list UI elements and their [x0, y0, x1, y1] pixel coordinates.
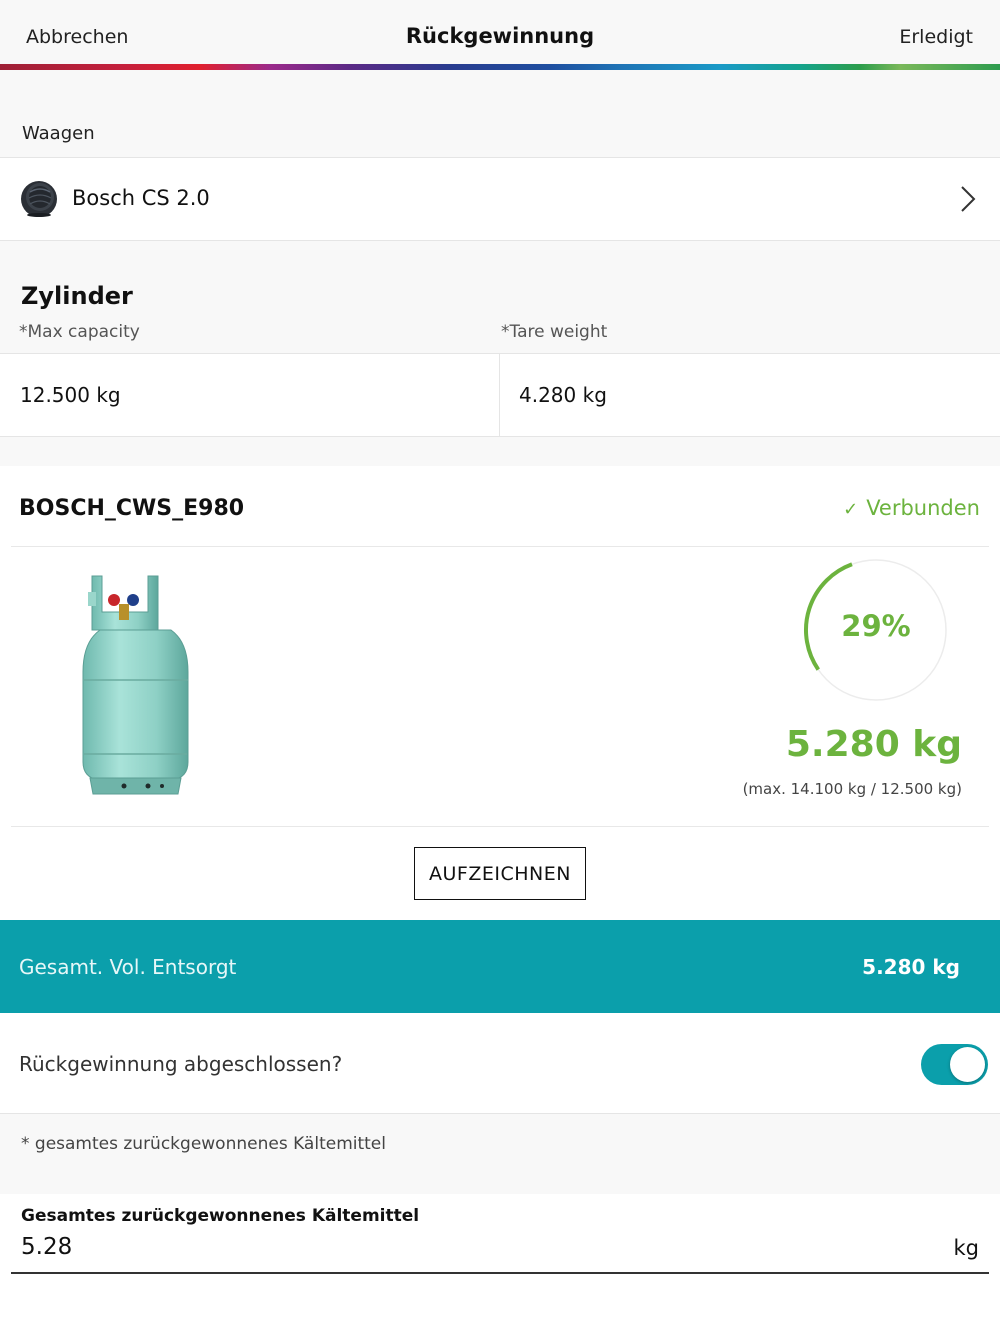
input-underline: [11, 1272, 989, 1274]
done-button[interactable]: Erledigt: [899, 26, 973, 48]
device-name: BOSCH_CWS_E980: [19, 496, 245, 521]
total-disposed-bar: Gesamt. Vol. Entsorgt 5.280 kg: [0, 920, 1000, 1013]
navigation-bar: Abbrechen Rückgewinnung Erledigt: [0, 0, 1000, 70]
max-capacity-field[interactable]: 12.500 kg: [20, 354, 490, 436]
completion-toggle[interactable]: [921, 1044, 988, 1085]
total-disposed-label: Gesamt. Vol. Entsorgt: [19, 955, 237, 979]
divider: [11, 826, 989, 827]
divider: [499, 354, 500, 436]
scale-device-icon: [21, 181, 57, 217]
scales-section-label: Waagen: [22, 123, 95, 144]
refrigerant-amount-input[interactable]: [21, 1234, 901, 1260]
total-disposed-value: 5.280 kg: [862, 955, 960, 979]
tare-weight-label: *Tare weight: [501, 322, 608, 342]
connection-status-label: Verbunden: [866, 496, 980, 520]
completion-label: Rückgewinnung abgeschlossen?: [19, 1052, 343, 1076]
refrigerant-unit-label: kg: [953, 1236, 980, 1260]
divider: [11, 546, 989, 547]
weight-detail: (max. 14.100 kg / 12.500 kg): [742, 780, 962, 798]
scale-device-row[interactable]: Bosch CS 2.0: [0, 157, 1000, 241]
cylinder-values-row: 12.500 kg 4.280 kg: [0, 353, 1000, 437]
gas-cylinder-image: [82, 575, 189, 795]
toggle-knob: [950, 1047, 985, 1082]
device-card: BOSCH_CWS_E980 ✓ Verbunden 29% 5.280 kg …: [0, 466, 1000, 920]
connection-status: ✓ Verbunden: [843, 496, 980, 520]
checkmark-icon: ✓: [843, 499, 859, 520]
completion-row: Rückgewinnung abgeschlossen?: [0, 1013, 1000, 1114]
tare-weight-field[interactable]: 4.280 kg: [519, 354, 989, 436]
refrigerant-input-block: Gesamtes zurückgewonnenes Kältemittel kg: [0, 1194, 1000, 1334]
brand-color-bar: [0, 64, 1000, 70]
fill-percent-label: 29%: [841, 609, 911, 643]
refrigerant-input-title: Gesamtes zurückgewonnenes Kältemittel: [21, 1206, 420, 1226]
record-button[interactable]: AUFZEICHNEN: [414, 847, 586, 900]
max-capacity-label: *Max capacity: [19, 322, 140, 342]
cylinder-heading: Zylinder: [21, 282, 133, 310]
footnote: * gesamtes zurückgewonnenes Kältemittel: [21, 1134, 386, 1154]
chevron-right-icon: [961, 186, 976, 212]
scale-device-name: Bosch CS 2.0: [72, 186, 210, 210]
page-title: Rückgewinnung: [405, 24, 595, 48]
current-weight: 5.280 kg: [785, 724, 962, 765]
